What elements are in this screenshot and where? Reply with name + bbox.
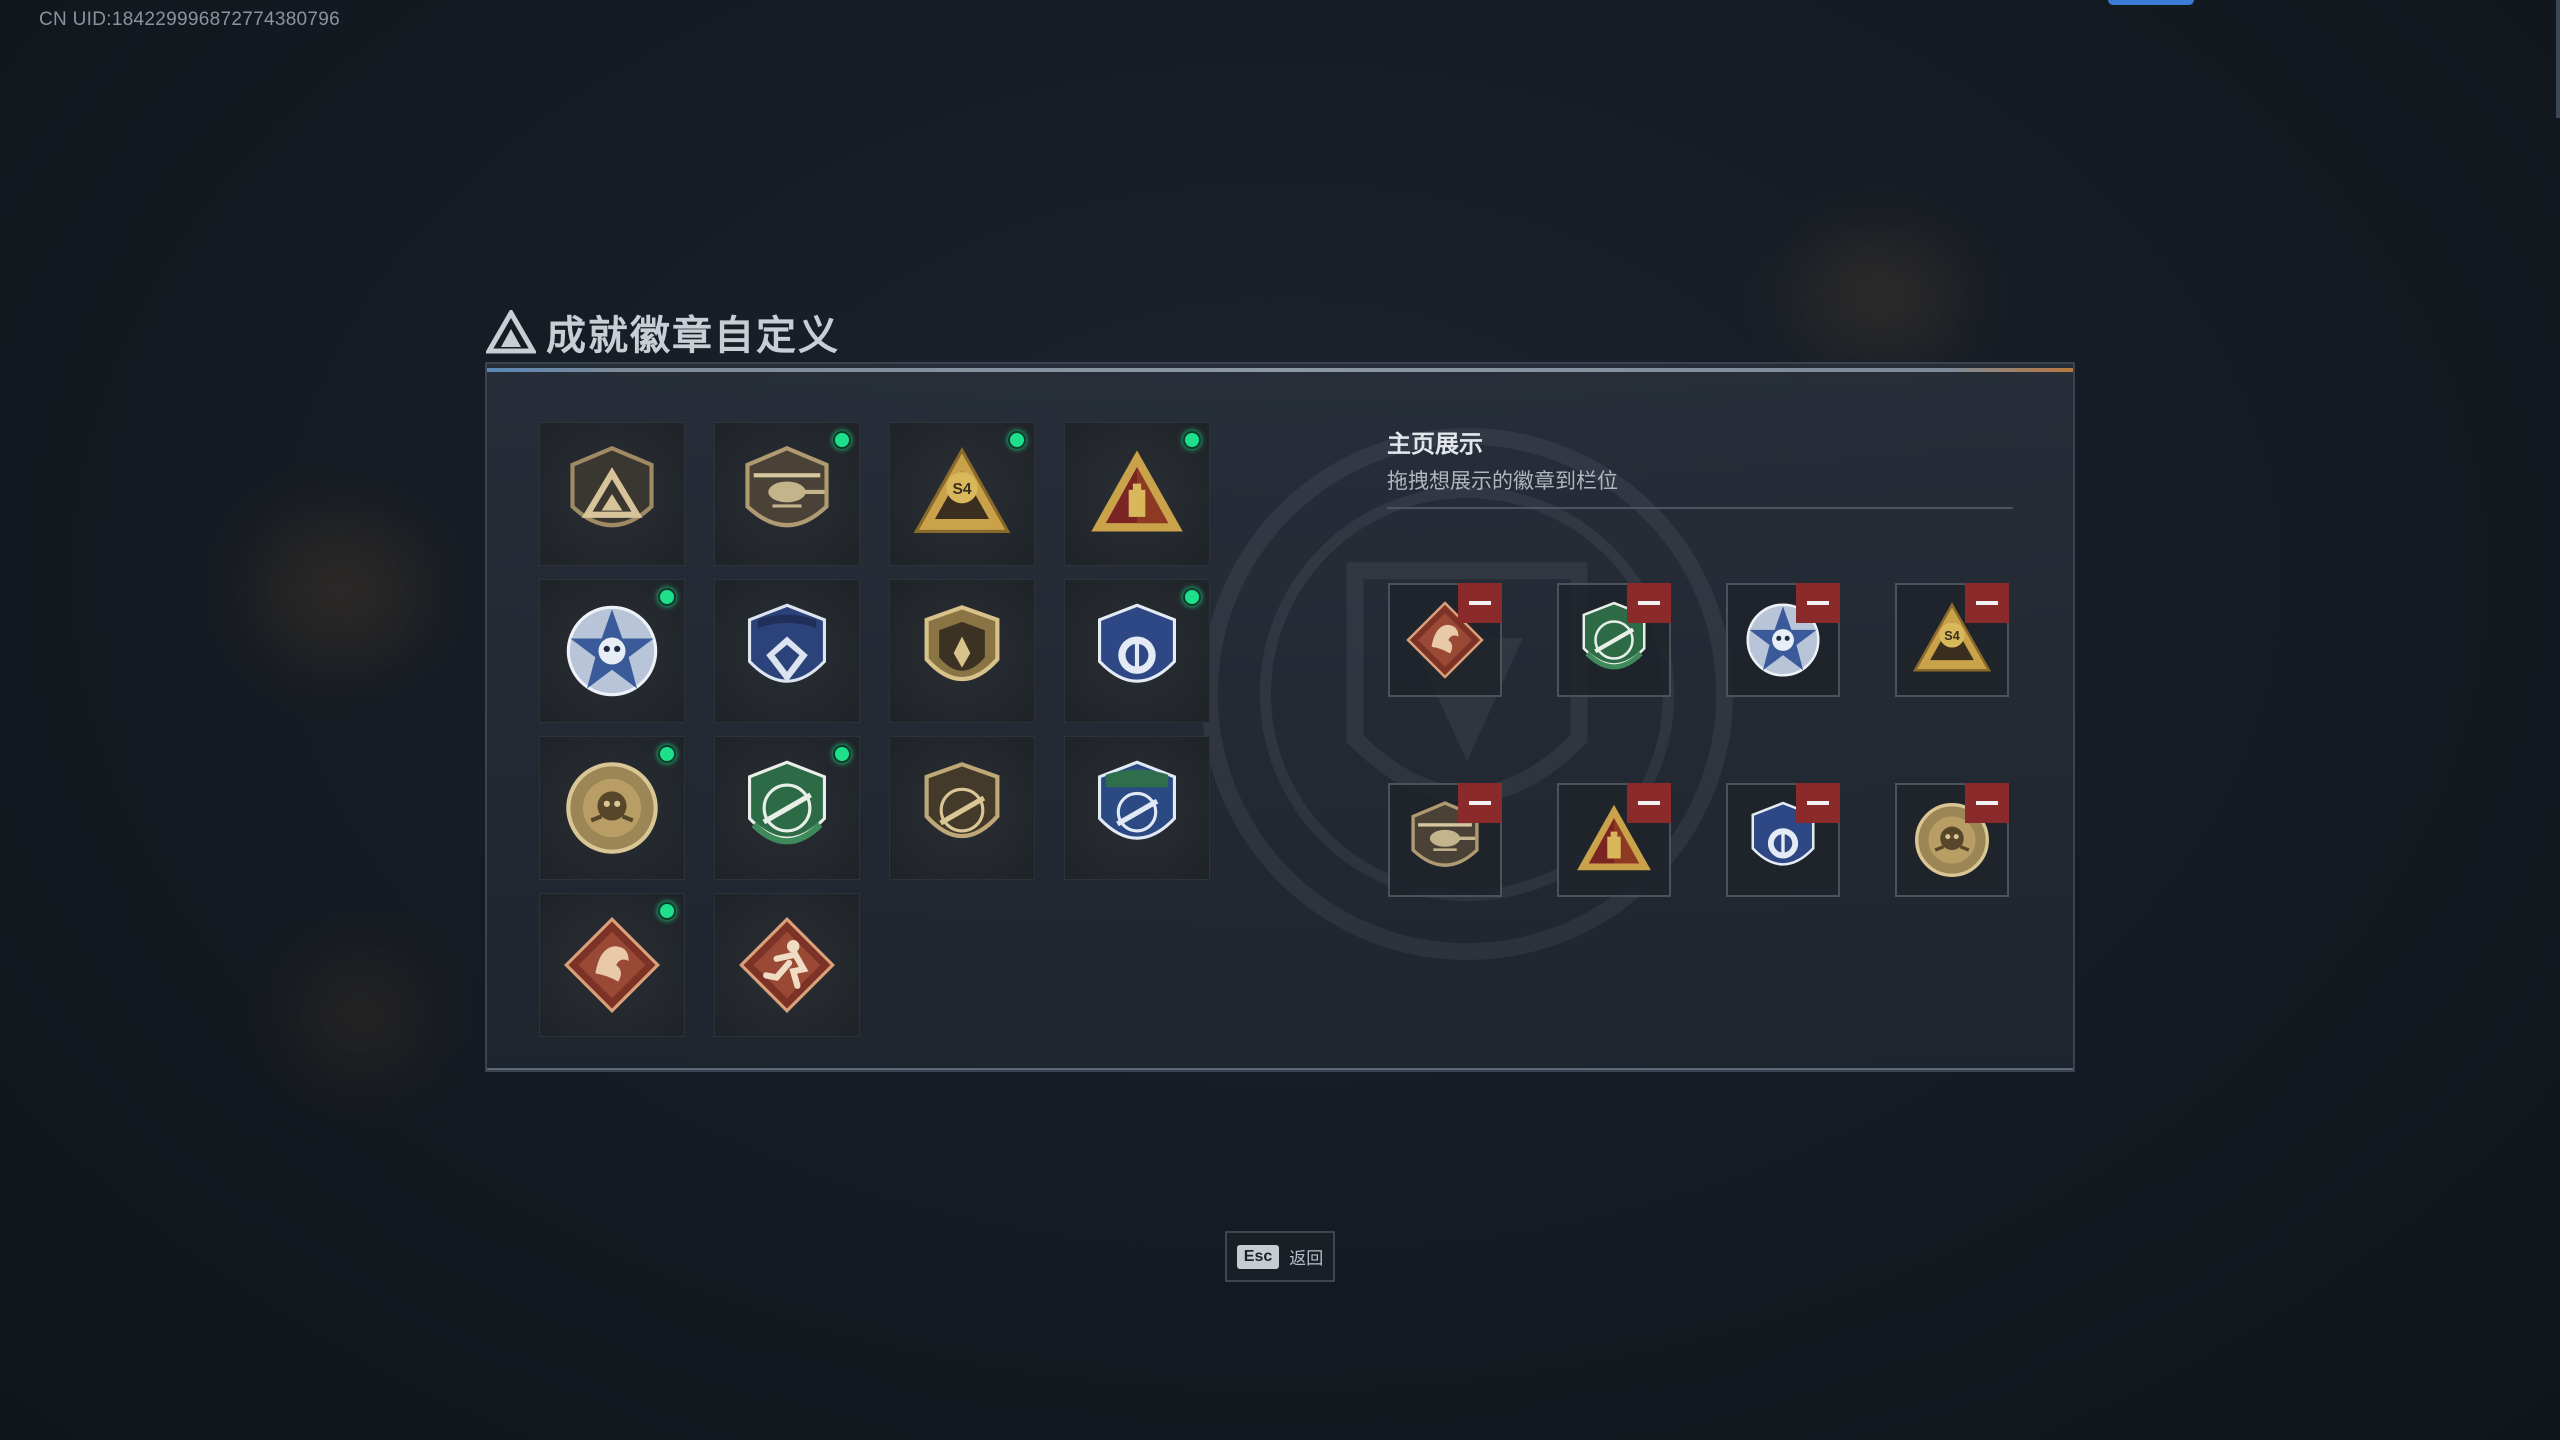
blue-green-rifle-shield-badge-icon (1098, 760, 1176, 840)
minus-icon (1976, 601, 1998, 605)
showcase-slot[interactable] (1388, 783, 1502, 897)
green-rifle-shield-badge-icon (748, 760, 826, 845)
background-glow (300, 960, 420, 1070)
panel-bottom-border (487, 1068, 2073, 1070)
minus-icon (1807, 801, 1829, 805)
remove-badge-button[interactable] (1458, 583, 1502, 623)
remove-badge-button[interactable] (1796, 783, 1840, 823)
red-runner-diamond-badge-icon (739, 917, 835, 1013)
gold-shield-badge-icon (924, 605, 1000, 682)
dialog-title: 成就徽章自定义 (546, 314, 840, 358)
new-indicator-dot (1183, 588, 1201, 606)
gold-rifle-round-badge-icon (924, 762, 1000, 839)
gold-skull-medallion-badge-icon (566, 762, 658, 854)
divider (1387, 507, 2013, 509)
new-indicator-dot (1183, 431, 1201, 449)
showcase-slot[interactable] (1557, 783, 1671, 897)
new-indicator-dot (658, 588, 676, 606)
scrollbar[interactable] (2556, 0, 2560, 118)
showcase-slot[interactable] (1726, 783, 1840, 897)
showcase-hint: 拖拽想展示的徽章到栏位 (1387, 470, 1618, 493)
badge-slot[interactable] (539, 736, 685, 880)
badge-slot[interactable]: S4 (889, 422, 1035, 566)
new-indicator-dot (658, 902, 676, 920)
showcase-slot[interactable] (1388, 583, 1502, 697)
background-glow (1800, 240, 1960, 350)
panel-top-border (487, 368, 2073, 372)
shield-triangle-emblem-badge-icon (570, 445, 654, 528)
minus-icon (1469, 801, 1491, 805)
badge-slot[interactable] (714, 579, 860, 723)
badge-slot[interactable] (1064, 736, 1210, 880)
svg-text:S4: S4 (952, 481, 971, 498)
minus-icon (1976, 801, 1998, 805)
showcase-header: 主页展示 拖拽想展示的徽章到栏位 (1387, 424, 2013, 509)
back-button[interactable]: Esc 返回 (1225, 1231, 1335, 1282)
badge-slot[interactable] (1064, 422, 1210, 566)
remove-badge-button[interactable] (1627, 783, 1671, 823)
remove-badge-button[interactable] (1965, 583, 2009, 623)
dialog-header: 成就徽章自定义 (486, 306, 840, 358)
blue-star-skull-badge-icon (566, 605, 658, 697)
svg-text:S4: S4 (1944, 629, 1959, 643)
remove-badge-button[interactable] (1965, 783, 2009, 823)
showcase-slot[interactable] (1726, 583, 1840, 697)
delta-logo-icon (486, 310, 536, 354)
player-uid: CN UID:1842299968727743807​96 (39, 9, 341, 30)
new-indicator-dot (1008, 431, 1026, 449)
showcase-slot[interactable] (1557, 583, 1671, 697)
back-label: 返回 (1289, 1249, 1324, 1268)
badge-slot[interactable] (714, 893, 860, 1037)
badge-slot[interactable] (1064, 579, 1210, 723)
minus-icon (1807, 601, 1829, 605)
new-indicator-dot (833, 745, 851, 763)
minus-icon (1469, 601, 1491, 605)
showcase-title: 主页展示 (1387, 431, 1483, 458)
showcase-slot[interactable] (1895, 783, 2009, 897)
badge-slot[interactable] (889, 579, 1035, 723)
blue-diamond-shield-badge-icon (748, 603, 826, 683)
badge-slot[interactable] (889, 736, 1035, 880)
remove-badge-button[interactable] (1458, 783, 1502, 823)
badge-slot[interactable] (539, 579, 685, 723)
red-gold-triangle-badge-icon (1091, 450, 1183, 532)
background-glow (260, 520, 420, 660)
red-dragon-diamond-badge-icon (564, 917, 660, 1013)
remove-badge-button[interactable] (1796, 583, 1840, 623)
badge-customize-panel: S4 主页展示 拖拽想展示的徽章到栏位 S4 (485, 362, 2075, 1072)
s4-gold-triangle-badge-icon: S4 (913, 447, 1011, 533)
remove-badge-button[interactable] (1627, 583, 1671, 623)
minus-icon (1638, 801, 1660, 805)
showcase-slot[interactable]: S4 (1895, 583, 2009, 697)
badge-slot[interactable] (539, 422, 685, 566)
blue-round-shield-badge-icon (1098, 603, 1176, 683)
badge-slot[interactable] (714, 736, 860, 880)
minus-icon (1638, 601, 1660, 605)
new-indicator-dot (658, 745, 676, 763)
top-accent-tab (2108, 0, 2194, 5)
new-indicator-dot (833, 431, 851, 449)
helicopter-shield-badge-icon (745, 445, 829, 528)
badge-slot[interactable] (539, 893, 685, 1037)
badge-slot[interactable] (714, 422, 860, 566)
esc-key-hint: Esc (1236, 1244, 1280, 1269)
